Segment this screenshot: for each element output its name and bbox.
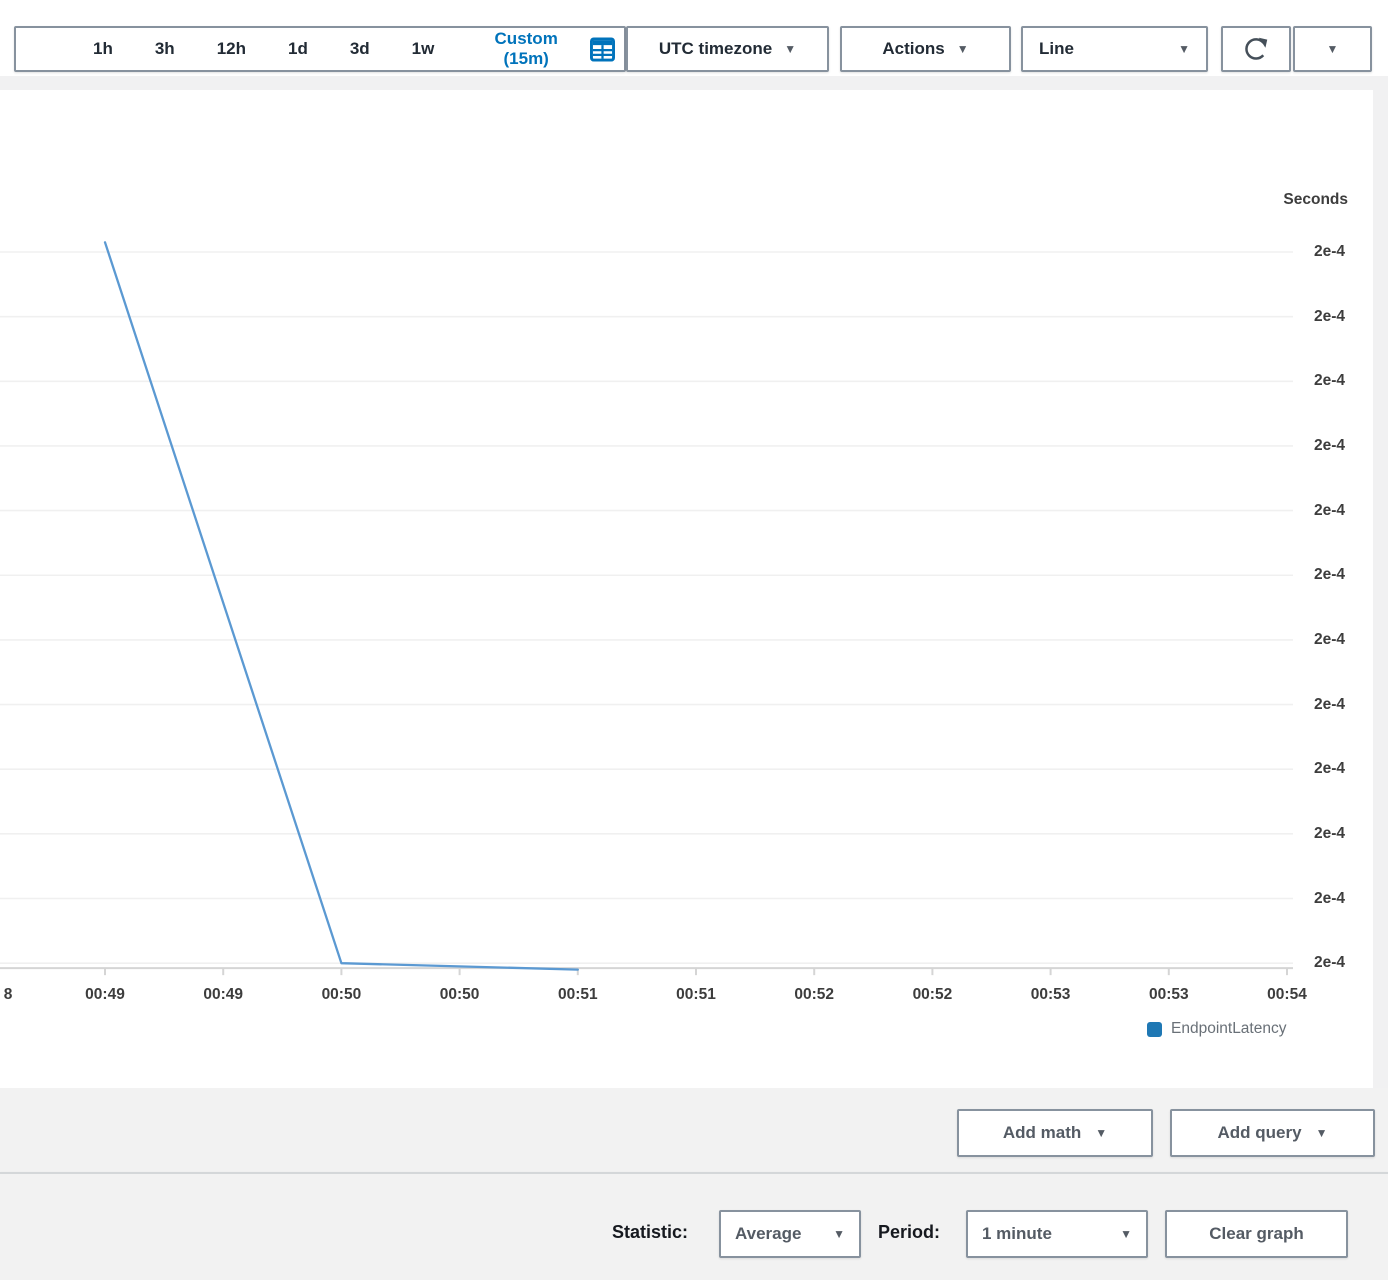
x-axis-tick-label: 00:53 — [1011, 984, 1091, 1006]
add-math-dropdown[interactable]: Add math ▼ — [957, 1109, 1153, 1157]
chart-area: Seconds EndpointLatency 2e-4 2e-4 2e-4 2e-4… — [0, 90, 1388, 1088]
statistic-select[interactable]: Average ▼ — [719, 1210, 861, 1258]
chevron-down-icon: ▼ — [784, 43, 796, 55]
refresh-options-dropdown[interactable]: ▼ — [1293, 26, 1372, 72]
chevron-down-icon: ▼ — [833, 1228, 845, 1240]
timezone-label: UTC timezone — [659, 39, 772, 59]
period-value: 1 minute — [982, 1224, 1052, 1244]
statistic-value: Average — [735, 1224, 801, 1244]
time-range-1w[interactable]: 1w — [391, 39, 456, 59]
x-axis-tick-label: 8 — [0, 984, 48, 1006]
chevron-down-icon: ▼ — [1178, 43, 1190, 55]
x-axis-tick-label: 00:49 — [65, 984, 145, 1006]
x-axis-tick-label: 00:52 — [892, 984, 972, 1006]
x-axis-tick-label: 00:52 — [774, 984, 854, 1006]
time-range-1d[interactable]: 1d — [267, 39, 329, 59]
period-label: Period: — [878, 1222, 940, 1243]
clear-graph-button[interactable]: Clear graph — [1165, 1210, 1348, 1258]
x-axis-tick-label: 00:51 — [656, 984, 736, 1006]
chart-plot-area[interactable] — [0, 90, 1388, 1088]
chart-right-margin — [1373, 90, 1388, 1088]
cloudwatch-metric-widget: 1h 3h 12h 1d 3d 1w Custom (15m) — [0, 0, 1388, 1282]
series-line-endpointlatency[interactable] — [105, 242, 578, 969]
time-range-3h[interactable]: 3h — [134, 39, 196, 59]
add-query-dropdown[interactable]: Add query ▼ — [1170, 1109, 1375, 1157]
chevron-down-icon: ▼ — [1095, 1127, 1107, 1139]
chart-type-select[interactable]: Line ▼ — [1021, 26, 1208, 72]
chevron-down-icon: ▼ — [1120, 1228, 1132, 1240]
actions-dropdown[interactable]: Actions ▼ — [840, 26, 1011, 72]
chevron-down-icon: ▼ — [1327, 43, 1339, 55]
y-axis-tick-label: 2e-4 — [1255, 370, 1345, 392]
y-axis-tick-label: 2e-4 — [1255, 694, 1345, 716]
chevron-down-icon: ▼ — [957, 43, 969, 55]
x-axis-tick-label: 00:50 — [301, 984, 381, 1006]
time-range-custom-button[interactable]: Custom (15m) — [455, 29, 624, 69]
add-math-label: Add math — [1003, 1123, 1081, 1143]
y-axis-unit-label: Seconds — [1148, 191, 1348, 209]
custom-range-label: Custom (15m) — [473, 29, 579, 69]
toolbar-chart-separator — [0, 76, 1388, 90]
timezone-dropdown[interactable]: UTC timezone ▼ — [626, 26, 829, 72]
x-axis-tick-label: 00:53 — [1129, 984, 1209, 1006]
refresh-icon — [1241, 34, 1271, 64]
legend-color-swatch — [1147, 1022, 1162, 1037]
period-select[interactable]: 1 minute ▼ — [966, 1210, 1148, 1258]
time-range-12h[interactable]: 12h — [196, 39, 267, 59]
y-axis-tick-label: 2e-4 — [1255, 952, 1345, 974]
actions-label: Actions — [882, 39, 944, 59]
time-range-1h[interactable]: 1h — [72, 39, 134, 59]
x-axis-tick-label: 00:50 — [420, 984, 500, 1006]
clear-graph-label: Clear graph — [1209, 1224, 1303, 1244]
chevron-down-icon: ▼ — [1316, 1127, 1328, 1139]
y-axis-tick-label: 2e-4 — [1255, 564, 1345, 586]
x-axis-tick-label: 00:54 — [1247, 984, 1327, 1006]
y-axis-tick-label: 2e-4 — [1255, 823, 1345, 845]
time-range-group: 1h 3h 12h 1d 3d 1w Custom (15m) — [14, 26, 626, 72]
y-axis-tick-label: 2e-4 — [1255, 629, 1345, 651]
y-axis-tick-label: 2e-4 — [1255, 500, 1345, 522]
y-axis-tick-label: 2e-4 — [1255, 888, 1345, 910]
x-axis-tick-label: 00:51 — [538, 984, 618, 1006]
chart-type-value: Line — [1039, 39, 1074, 59]
legend[interactable]: EndpointLatency — [1147, 1020, 1286, 1038]
calendar-icon — [589, 36, 616, 63]
y-axis-tick-label: 2e-4 — [1255, 435, 1345, 457]
x-axis-tick-label: 00:49 — [183, 984, 263, 1006]
time-range-3d[interactable]: 3d — [329, 39, 391, 59]
y-axis-tick-label: 2e-4 — [1255, 241, 1345, 263]
y-axis-tick-label: 2e-4 — [1255, 306, 1345, 328]
add-query-label: Add query — [1218, 1123, 1302, 1143]
y-axis-tick-label: 2e-4 — [1255, 758, 1345, 780]
statistic-label: Statistic: — [612, 1222, 688, 1243]
refresh-button[interactable] — [1221, 26, 1291, 72]
legend-series-label: EndpointLatency — [1171, 1020, 1286, 1038]
